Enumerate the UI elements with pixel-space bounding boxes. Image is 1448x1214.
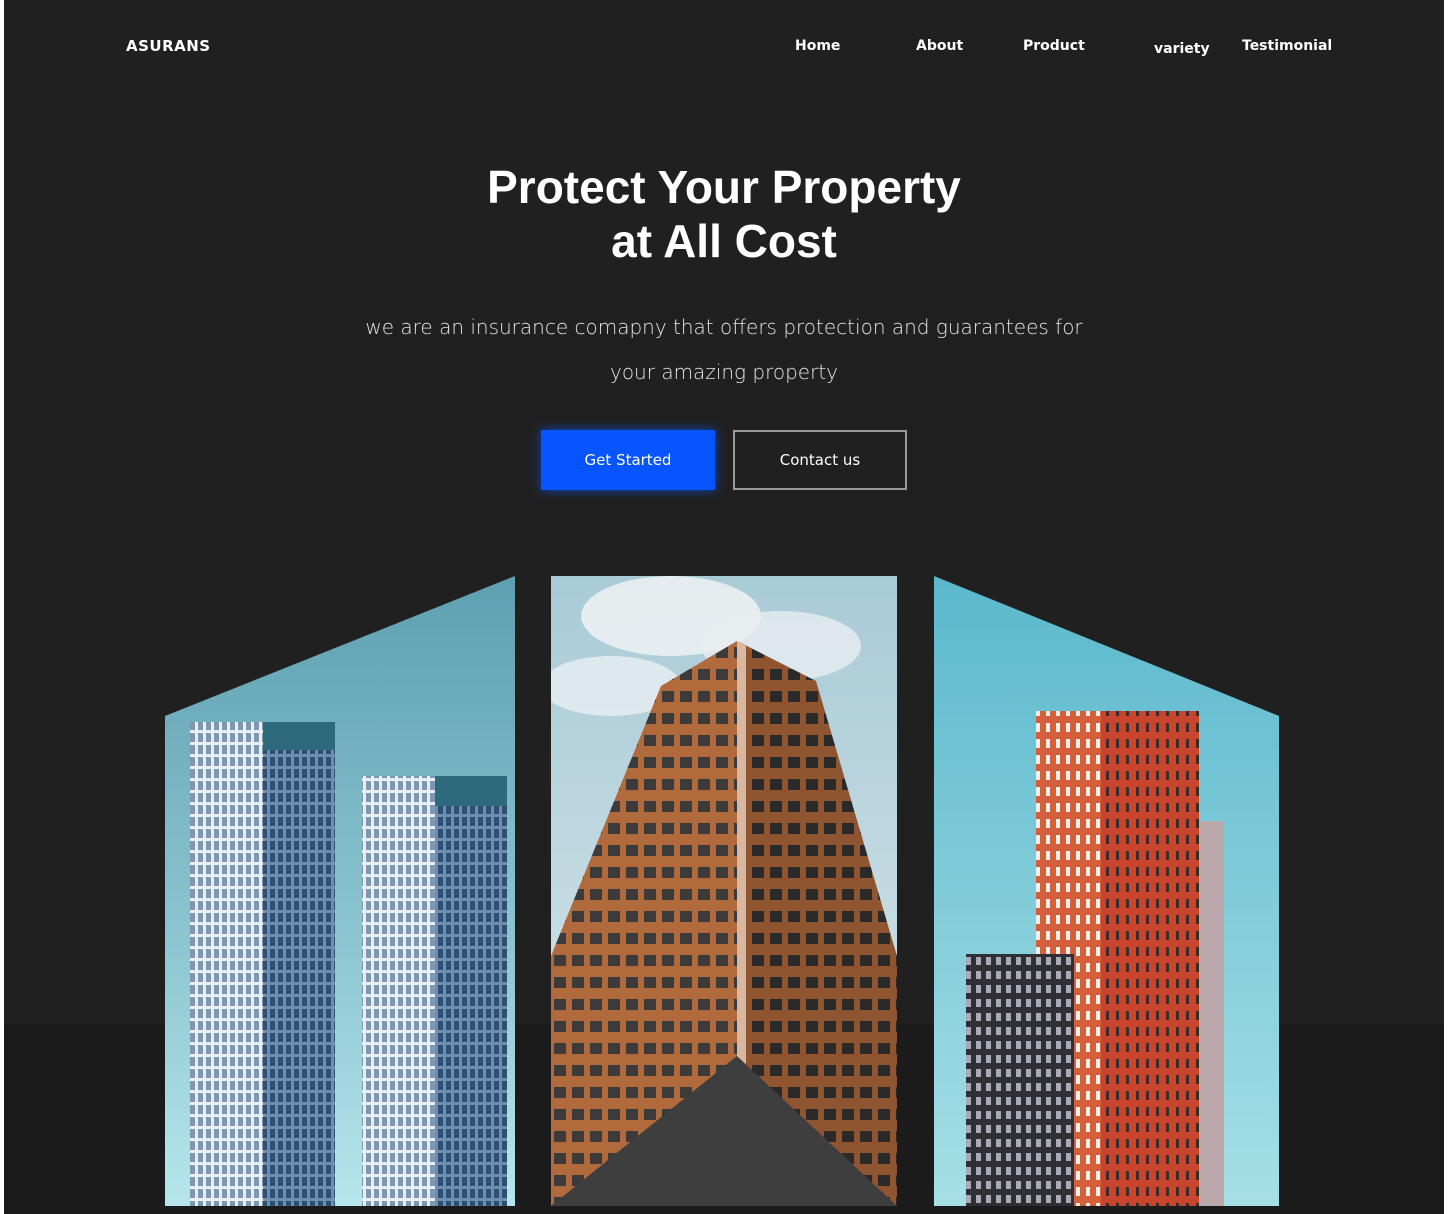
nav-testimonial[interactable]: Testimonial: [1242, 38, 1332, 54]
nav-variety[interactable]: variety: [1154, 41, 1210, 57]
brown-tower-upward-photo: [551, 576, 897, 1206]
page-frame: ASURANS Home About Product variety Testi…: [4, 0, 1444, 1214]
twin-glass-towers-photo: [165, 576, 515, 1206]
nav-about[interactable]: About: [916, 38, 963, 54]
nav-home[interactable]: Home: [795, 38, 840, 54]
nav-product[interactable]: Product: [1023, 38, 1085, 54]
hero-description-line2: your amazing property: [609, 360, 839, 384]
hero-title: Protect Your Property at All Cost: [4, 160, 1444, 268]
hero-description: we are an insurance comapny that offers …: [354, 305, 1094, 395]
brand-logo[interactable]: ASURANS: [126, 37, 211, 55]
hero-title-line2: at All Cost: [611, 215, 837, 267]
hero-description-line1: we are an insurance comapny that offers …: [365, 315, 1083, 339]
contact-us-button[interactable]: Contact us: [733, 430, 907, 490]
get-started-button[interactable]: Get Started: [541, 430, 715, 490]
red-tower-building-photo: [934, 576, 1279, 1206]
hero-title-line1: Protect Your Property: [487, 161, 961, 213]
